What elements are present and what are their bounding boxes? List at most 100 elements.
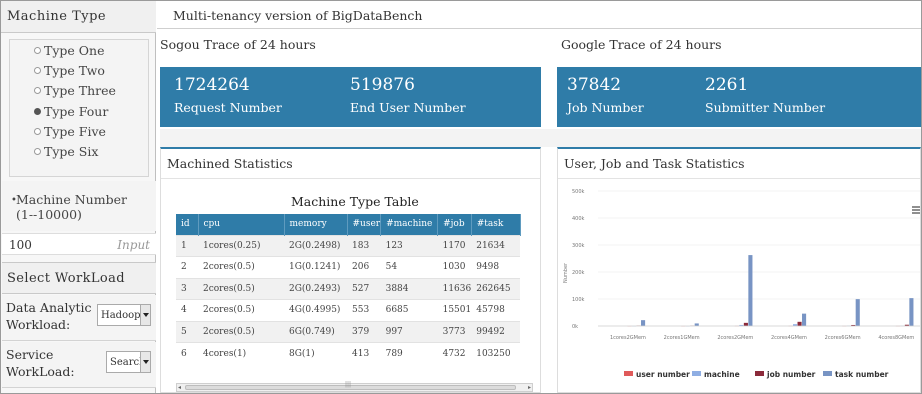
machine-type-option[interactable]: Type Four [34, 104, 108, 119]
table-cell: 4cores(1) [198, 342, 284, 364]
table-cell: 1170 [437, 234, 472, 257]
table-cell: 2G(0.2493) [284, 277, 347, 300]
legend-swatch [823, 371, 832, 376]
table-header-cell[interactable]: #task [471, 214, 521, 235]
machine-number-value: 100 [9, 238, 32, 252]
table-cell: 6 [176, 342, 198, 364]
table-header-cell[interactable]: #machine [380, 214, 439, 235]
table-row[interactable]: 5 2cores(0.5) 6G(0.749) 379 997 3773 99492 [176, 320, 521, 343]
data-analytic-label: Data Analytic [6, 300, 92, 315]
sogou-trace-title: Sogou Trace of 24 hours [160, 37, 316, 52]
table-cell: 4732 [437, 342, 472, 364]
table-cell: 183 [347, 234, 381, 257]
radio-unchecked-icon[interactable] [34, 47, 41, 54]
x-tick-label: 2cores4GMem [771, 335, 807, 341]
table-cell: 206 [347, 256, 381, 278]
table-header-cell[interactable]: #job [437, 214, 472, 235]
scroll-left-icon[interactable]: ◂ [178, 384, 181, 391]
submitter-number-value: 2261 [705, 75, 749, 95]
y-tick-label: 300k [572, 243, 585, 249]
table-cell: 997 [380, 320, 438, 343]
table-header-cell[interactable]: #user [347, 214, 382, 235]
radio-unchecked-icon[interactable] [34, 87, 41, 94]
sidebar: Machine Type Type One Type Two Type Three T… [1, 1, 156, 393]
table-row[interactable]: 4 2cores(0.5) 4G(0.4995) 553 6685 15501 45798 [176, 299, 521, 321]
legend-label: user number [636, 370, 690, 379]
table-cell: 3 [176, 277, 198, 300]
table-row[interactable]: 1 1cores(0.25) 2G(0.2498) 183 123 1170 21634 [176, 234, 521, 257]
data-analytic-label-2: Workload: [6, 317, 71, 332]
select-workload-title: Select WorkLoad [2, 262, 156, 294]
table-cell: 1G(0.1241) [284, 256, 347, 278]
legend-label: task number [835, 370, 889, 379]
radio-unchecked-icon[interactable] [34, 128, 41, 135]
machine-number-range: (1--10000) [16, 207, 82, 222]
y-tick-label: 500k [572, 189, 585, 195]
hamburger-icon[interactable] [912, 206, 920, 214]
bar-task-number [641, 320, 646, 326]
machine-number-placeholder: Input [117, 238, 150, 252]
machine-type-option[interactable]: Type Two [34, 63, 105, 78]
machine-type-title: Machine Type [1, 1, 156, 33]
bar-task-number [748, 255, 753, 326]
table-cell: 123 [380, 234, 438, 257]
table-header-cell[interactable]: id [176, 214, 199, 235]
table-cell: 527 [347, 277, 381, 300]
radio-checked-icon[interactable] [34, 108, 41, 115]
bar-task-number [855, 299, 860, 326]
radio-unchecked-icon[interactable] [34, 148, 41, 155]
user-job-task-statistics-card: User, Job and Task Statistics 0k 100k 200k… [557, 147, 921, 393]
service-select[interactable]: Search [106, 351, 151, 373]
machined-statistics-title: Machined Statistics [161, 149, 540, 179]
machine-type-option[interactable]: Type Five [34, 124, 106, 139]
table-row[interactable]: 6 4cores(1) 8G(1) 413 789 4732 103250 [176, 342, 521, 364]
machine-number-input[interactable]: 100 Input [2, 233, 156, 255]
table-header-cell[interactable]: cpu [198, 214, 285, 235]
table-cell: 262645 [471, 277, 521, 300]
machine-type-option-label: Type One [44, 43, 105, 58]
table-row[interactable]: 3 2cores(0.5) 2G(0.2493) 527 3884 11636 262645 [176, 277, 521, 300]
data-analytic-workload-row: Data Analytic Workload: Hadoop [2, 295, 156, 341]
table-cell: 1 [176, 234, 198, 257]
table-cell: 99492 [471, 320, 521, 343]
machine-type-table: id cpu memory #user #machine #job #task 1 1core… [176, 214, 521, 364]
x-tick-label: 4cores8GMem [878, 335, 914, 341]
machine-type-option[interactable]: Type Six [34, 144, 98, 159]
dropdown-arrow-icon[interactable] [140, 352, 150, 372]
table-cell: 6G(0.749) [284, 320, 347, 343]
table-cell: 2G(0.2498) [284, 234, 347, 257]
table-cell: 2cores(0.5) [198, 299, 284, 321]
machine-type-option[interactable]: Type One [34, 43, 104, 58]
x-tick-label: 1cores2GMem [610, 335, 646, 341]
table-row[interactable]: 2 2cores(0.5) 1G(0.1241) 206 54 1030 9498 [176, 256, 521, 278]
service-label-2: WorkLoad: [6, 364, 75, 379]
table-horizontal-scrollbar[interactable]: ◂ ||| ▸ [176, 381, 533, 392]
main-area: Multi-tenancy version of BigDataBench So… [157, 1, 921, 393]
legend-swatch [692, 371, 701, 376]
machine-type-option-label: Type Six [44, 144, 99, 159]
machine-type-option-label: Type Three [44, 83, 116, 98]
radio-unchecked-icon[interactable] [34, 67, 41, 74]
machine-type-option[interactable]: Type Three [34, 83, 116, 98]
scroll-right-icon[interactable]: ▸ [528, 384, 531, 391]
machine-type-option-label: Type Two [44, 63, 105, 78]
statistics-bar-chart: 0k 100k 200k 300k 400k 500k Number 1cores2GMem 2… [563, 189, 920, 379]
table-cell: 5 [176, 320, 198, 343]
legend-label: machine [704, 370, 740, 379]
table-cell: 2cores(0.5) [198, 277, 284, 300]
bar-job-number [797, 321, 802, 326]
table-cell: 15501 [437, 299, 472, 321]
end-user-number-value: 519876 [350, 75, 415, 95]
legend-label: job number [766, 370, 816, 379]
y-tick-label: 100k [572, 297, 585, 303]
table-cell: 21634 [471, 234, 521, 257]
table-cell: 3773 [437, 320, 472, 343]
machine-type-option-label: Type Five [44, 124, 106, 139]
table-cell: 103250 [471, 342, 521, 364]
table-header-cell[interactable]: memory [284, 214, 348, 235]
data-analytic-select[interactable]: Hadoop [97, 304, 151, 326]
y-tick-label: 0k [572, 324, 578, 330]
machine-number-label: Machine Number [16, 192, 127, 207]
table-cell: 553 [347, 299, 381, 321]
dropdown-arrow-icon[interactable] [140, 305, 150, 325]
